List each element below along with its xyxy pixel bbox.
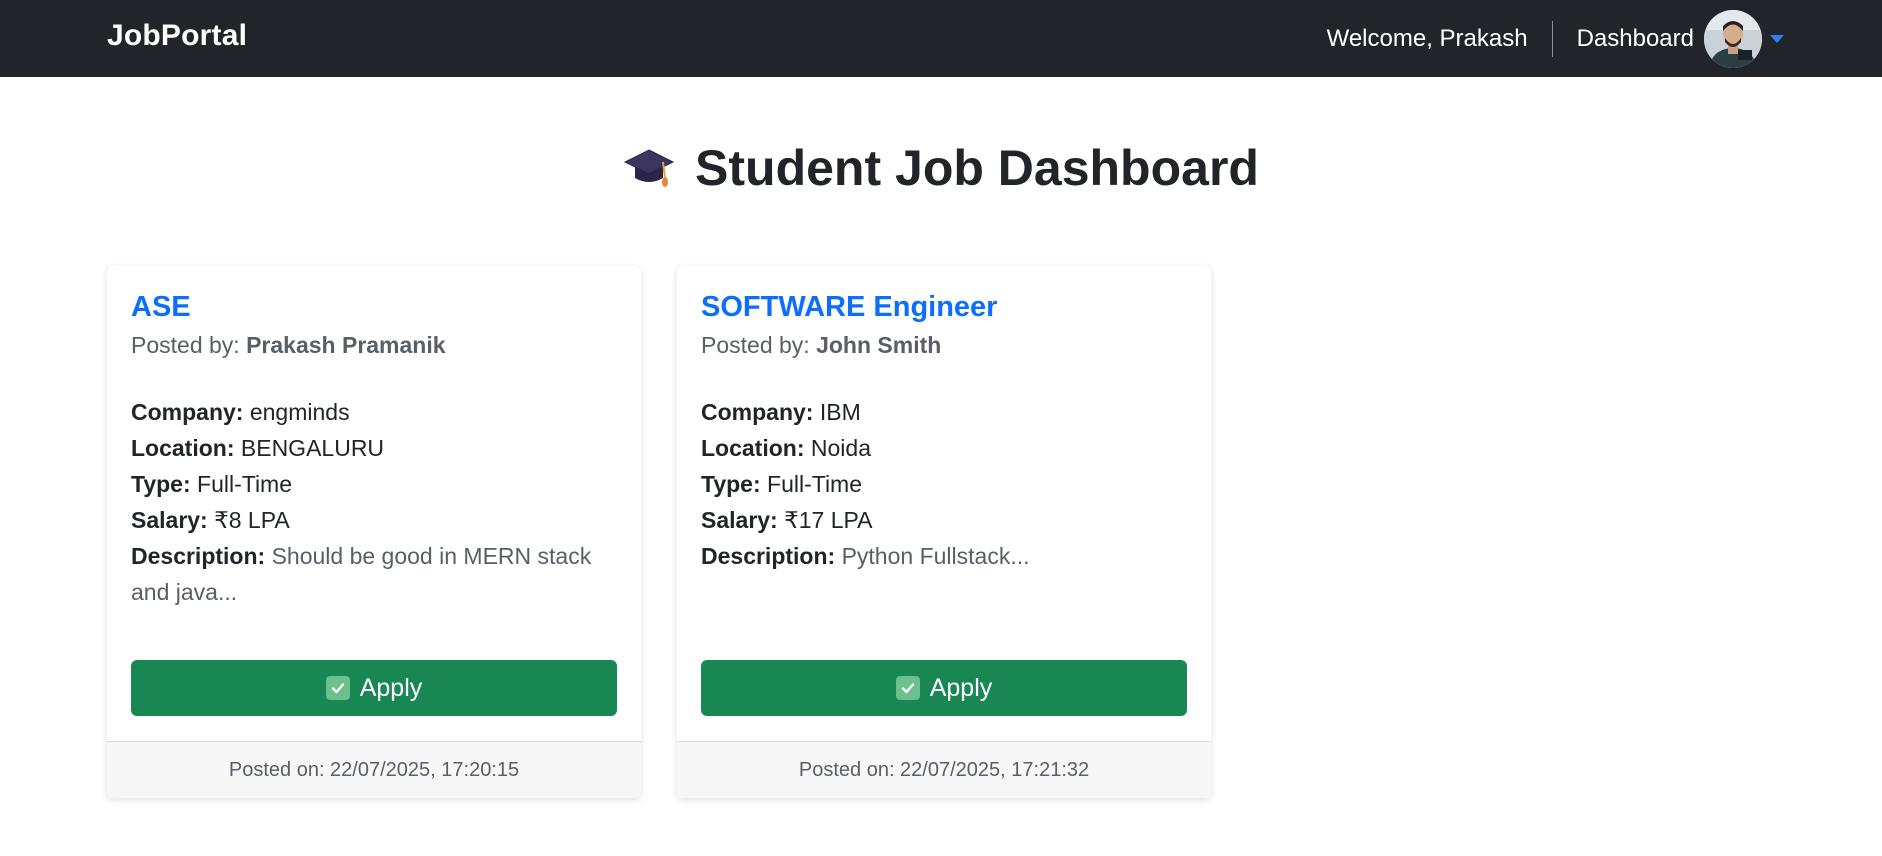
description-row: Description: Should be good in MERN stac… [131, 538, 617, 610]
company-value: IBM [819, 399, 861, 425]
company-label: Company: [701, 399, 814, 425]
welcome-text: Welcome, Prakash [1326, 24, 1528, 52]
location-row: Location: BENGALURU [131, 430, 617, 466]
poster-name: John Smith [816, 332, 942, 358]
salary-label: Salary: [701, 507, 778, 533]
salary-row: Salary: ₹17 LPA [701, 502, 1187, 538]
job-title[interactable]: ASE [131, 290, 617, 324]
posted-by-label: Posted by: [131, 332, 240, 358]
page-title-text: Student Job Dashboard [695, 140, 1259, 196]
apply-button[interactable]: Apply [131, 660, 617, 716]
type-value: Full-Time [197, 471, 293, 497]
brand-logo[interactable]: JobPortal [107, 18, 247, 54]
location-row: Location: Noida [701, 430, 1187, 466]
graduation-cap-icon [623, 149, 675, 187]
description-row: Description: Python Fullstack... [701, 538, 1187, 574]
location-value: Noida [810, 435, 871, 461]
apply-label: Apply [929, 673, 993, 702]
dashboard-link[interactable]: Dashboard [1553, 25, 1704, 53]
company-value: engminds [249, 399, 350, 425]
apply-label: Apply [359, 673, 423, 702]
navbar-right: Welcome, Prakash Dashboard [1327, 0, 1784, 77]
company-label: Company: [131, 399, 244, 425]
job-details: Company: IBM Location: Noida Type: Full-… [701, 394, 1187, 574]
type-row: Type: Full-Time [131, 466, 617, 502]
location-label: Location: [701, 435, 805, 461]
page-title-wrap: Student Job Dashboard [0, 138, 1882, 199]
avatar-photo [1704, 9, 1762, 68]
posted-by: Posted by: Prakash Pramanik [131, 330, 617, 360]
apply-button[interactable]: Apply [701, 660, 1187, 716]
type-label: Type: [701, 471, 761, 497]
salary-label: Salary: [131, 507, 208, 533]
type-value: Full-Time [767, 471, 863, 497]
description-label: Description: [701, 543, 836, 569]
posted-on: Posted on: 22/07/2025, 17:20:15 [228, 758, 520, 781]
avatar[interactable] [1704, 9, 1762, 68]
poster-name: Prakash Pramanik [246, 332, 446, 358]
job-title[interactable]: SOFTWARE Engineer [701, 290, 1187, 324]
job-card: SOFTWARE Engineer Posted by: John Smith … [677, 266, 1211, 798]
company-row: Company: engminds [131, 394, 617, 430]
check-mark-button-icon [895, 676, 920, 700]
job-card-body: ASE Posted by: Prakash Pramanik Company:… [131, 290, 617, 610]
check-mark-button-icon [325, 676, 350, 700]
salary-value: ₹8 LPA [214, 507, 290, 533]
location-label: Location: [131, 435, 235, 461]
location-value: BENGALURU [240, 435, 385, 461]
posted-on: Posted on: 22/07/2025, 17:21:32 [798, 758, 1090, 781]
job-details: Company: engminds Location: BENGALURU Ty… [131, 394, 617, 610]
company-row: Company: IBM [701, 394, 1187, 430]
type-row: Type: Full-Time [701, 466, 1187, 502]
salary-row: Salary: ₹8 LPA [131, 502, 617, 538]
salary-value: ₹17 LPA [784, 507, 873, 533]
description-value: Python Fullstack... [841, 543, 1030, 569]
posted-by-label: Posted by: [701, 332, 810, 358]
navbar: JobPortal Welcome, Prakash Dashboard [0, 0, 1882, 77]
dropdown-caret-icon[interactable] [1770, 34, 1784, 43]
card-footer: Posted on: 22/07/2025, 17:21:32 [677, 741, 1211, 798]
posted-by: Posted by: John Smith [701, 330, 1187, 360]
page-title: Student Job Dashboard [623, 138, 1259, 198]
job-card-body: SOFTWARE Engineer Posted by: John Smith … [701, 290, 1187, 574]
type-label: Type: [131, 471, 191, 497]
card-footer: Posted on: 22/07/2025, 17:20:15 [107, 741, 641, 798]
job-card: ASE Posted by: Prakash Pramanik Company:… [107, 266, 641, 798]
description-label: Description: [131, 543, 266, 569]
